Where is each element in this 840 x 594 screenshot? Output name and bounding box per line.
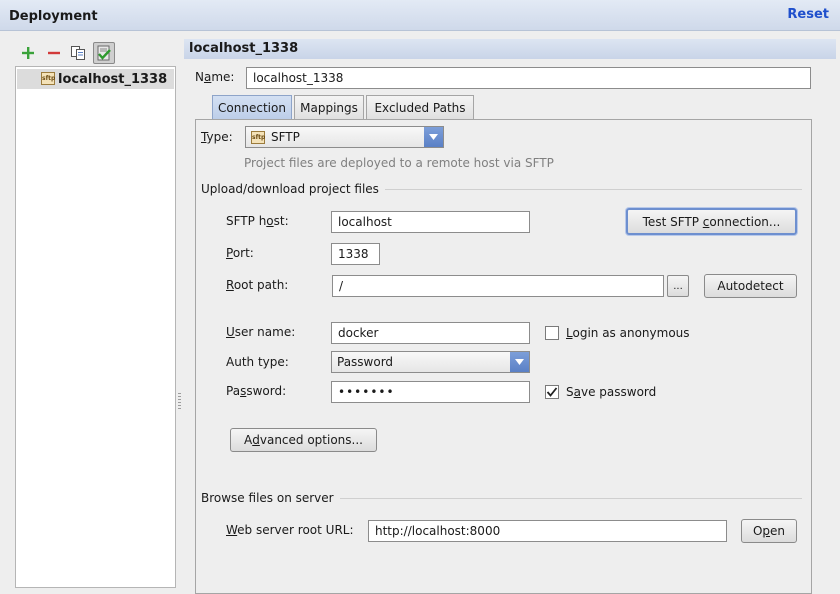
type-select[interactable]: sftp SFTP <box>245 126 444 148</box>
root-path-label: Root path: <box>226 278 289 292</box>
browse-root-button[interactable]: ... <box>667 275 689 297</box>
remove-server-button[interactable] <box>43 42 65 64</box>
sftp-icon: sftp <box>251 130 265 144</box>
auth-type-label: Auth type: <box>226 355 289 369</box>
add-server-button[interactable] <box>17 42 39 64</box>
checkmark-icon <box>546 387 558 397</box>
use-as-default-button[interactable] <box>93 42 115 64</box>
copy-server-button[interactable] <box>67 42 89 64</box>
port-label: Port: <box>226 246 254 260</box>
reset-link[interactable]: Reset <box>787 7 829 22</box>
password-label: Password: <box>226 384 287 398</box>
name-field[interactable]: localhost_1338 <box>246 67 811 89</box>
advanced-options-button[interactable]: Ad vanced options... <box>230 428 377 452</box>
type-description: Project files are deployed to a remote h… <box>244 156 554 170</box>
section-divider <box>380 189 802 190</box>
user-name-field[interactable]: docker <box>331 322 530 344</box>
type-value: SFTP <box>271 130 300 144</box>
autodetect-button[interactable]: Autodetect <box>704 274 797 298</box>
server-item-label: localhost_1338 <box>58 71 168 87</box>
auth-type-value: Password <box>337 355 394 369</box>
upload-section-title: Upload/download project files <box>201 182 385 196</box>
login-anonymous-checkbox[interactable] <box>545 326 559 340</box>
user-name-label: User name: <box>226 325 296 339</box>
dialog-title: Deployment <box>9 9 98 24</box>
tab-connection[interactable]: Connection <box>212 95 292 120</box>
copy-icon <box>71 46 85 60</box>
sftp-host-label: SFTP host: <box>226 214 289 228</box>
password-field[interactable]: ••••••• <box>331 381 530 403</box>
splitter-handle[interactable] <box>178 393 181 409</box>
section-divider <box>338 498 802 499</box>
port-field[interactable]: 1338 <box>331 243 380 265</box>
plus-icon <box>22 47 34 59</box>
minus-icon <box>48 51 60 55</box>
login-anonymous-label[interactable]: Login as anonymous <box>566 326 690 340</box>
tab-mappings[interactable]: Mappings <box>294 95 364 119</box>
test-connection-button[interactable]: Test SFTP c onnection... <box>626 208 797 235</box>
chevron-down-icon <box>424 127 443 147</box>
server-title: localhost_1338 <box>184 39 836 59</box>
open-button[interactable]: Op en <box>741 519 797 543</box>
dialog-header <box>0 0 840 31</box>
list-item[interactable]: sftp localhost_1338 <box>17 69 174 89</box>
server-list[interactable]: sftp localhost_1338 <box>15 66 176 588</box>
browse-section-title: Browse files on server <box>201 491 340 505</box>
chevron-down-icon <box>510 352 529 372</box>
web-root-label: Web server root URL: <box>226 523 354 537</box>
default-server-check-icon <box>97 45 111 61</box>
sftp-host-field[interactable]: localhost <box>331 211 530 233</box>
sftp-icon: sftp <box>41 72 55 85</box>
tab-excluded-paths[interactable]: Excluded Paths <box>366 95 474 119</box>
root-path-field[interactable]: / <box>332 275 664 297</box>
type-label: Type: <box>201 130 233 144</box>
save-password-label[interactable]: Save password <box>566 385 656 399</box>
auth-type-select[interactable]: Password <box>331 351 530 373</box>
name-label: Name: <box>195 70 235 84</box>
save-password-checkbox[interactable] <box>545 385 559 399</box>
web-root-field[interactable]: http://localhost:8000 <box>368 520 727 542</box>
